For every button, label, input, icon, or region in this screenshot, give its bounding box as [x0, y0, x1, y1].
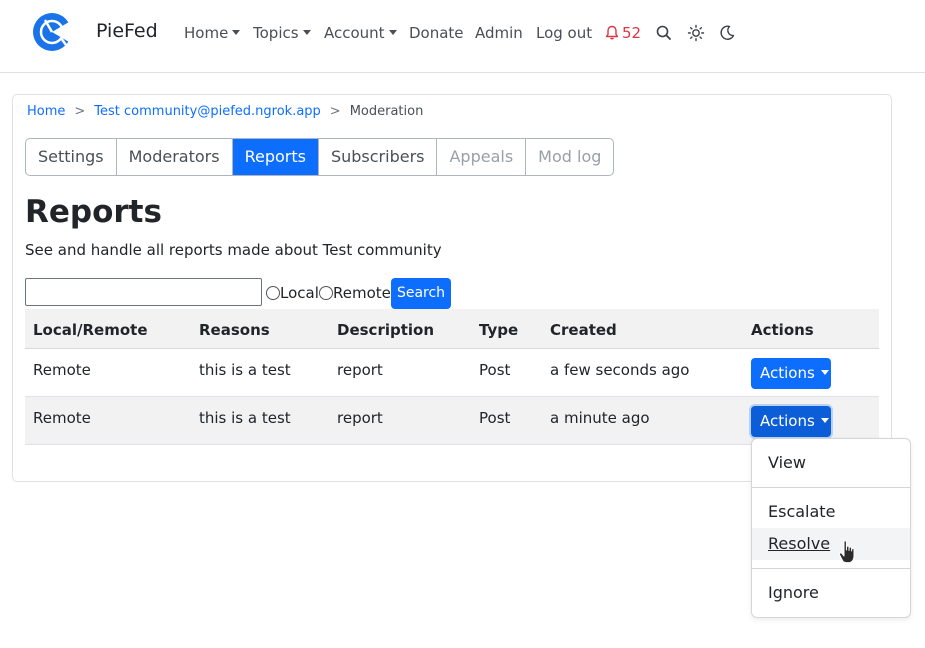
- radio-remote-label: Remote: [333, 284, 391, 302]
- actions-dropdown-menu: View Escalate Resolve Ignore: [751, 438, 911, 618]
- radio-local-label: Local: [280, 284, 319, 302]
- nav-admin[interactable]: Admin: [475, 24, 523, 42]
- table-row: Remote this is a test report Post a minu…: [25, 397, 879, 445]
- tab-subscribers[interactable]: Subscribers: [319, 139, 438, 175]
- cell-reasons: this is a test: [199, 361, 291, 379]
- nav-account[interactable]: Account: [324, 24, 397, 42]
- cell-local-remote: Remote: [33, 409, 91, 427]
- nav-topics[interactable]: Topics: [253, 24, 311, 42]
- nav-topics-label: Topics: [253, 24, 299, 42]
- breadcrumb-community[interactable]: Test community@piefed.ngrok.app: [94, 104, 321, 119]
- reports-table: Local/Remote Reasons Description Type Cr…: [25, 309, 879, 445]
- nav-logout[interactable]: Log out: [536, 24, 592, 42]
- cell-created: a few seconds ago: [550, 361, 690, 379]
- page-title: Reports: [25, 194, 162, 230]
- actions-button-label: Actions: [760, 412, 815, 430]
- menu-item-escalate[interactable]: Escalate: [752, 496, 910, 528]
- page-subtitle: See and handle all reports made about Te…: [25, 241, 442, 259]
- column-header: Type: [479, 321, 519, 339]
- nav-home-label: Home: [184, 24, 229, 42]
- cell-description: report: [337, 409, 383, 427]
- notifications-link[interactable]: 52: [605, 24, 641, 42]
- tab-appeals: Appeals: [437, 139, 527, 175]
- tab-reports[interactable]: Reports: [232, 139, 319, 175]
- cell-local-remote: Remote: [33, 361, 91, 379]
- breadcrumb-separator: >: [329, 104, 341, 119]
- moderation-tabs: Settings Moderators Reports Subscribers …: [25, 138, 615, 176]
- radio-local[interactable]: [266, 286, 280, 300]
- chevron-down-icon: [388, 30, 397, 35]
- chevron-down-icon: [820, 370, 829, 375]
- cell-description: report: [337, 361, 383, 379]
- hand-cursor-icon: [838, 540, 855, 564]
- radio-remote[interactable]: [319, 286, 333, 300]
- menu-divider: [752, 487, 910, 488]
- chevron-down-icon: [302, 30, 311, 35]
- chevron-down-icon: [820, 418, 829, 423]
- cell-reasons: this is a test: [199, 409, 291, 427]
- breadcrumb-separator: >: [74, 104, 86, 119]
- top-navbar: PieFed Home Topics Account Donate Admin …: [0, 0, 925, 73]
- column-header: Reasons: [199, 321, 270, 339]
- chevron-down-icon: [232, 30, 241, 35]
- table-header: Local/Remote Reasons Description Type Cr…: [25, 309, 879, 349]
- column-header: Local/Remote: [33, 321, 148, 339]
- tab-mod-log: Mod log: [538, 147, 602, 166]
- tab-settings[interactable]: Settings: [26, 139, 117, 175]
- moon-icon[interactable]: [718, 24, 736, 42]
- tab-moderators[interactable]: Moderators: [117, 139, 233, 175]
- nav-account-label: Account: [324, 24, 385, 42]
- sun-icon[interactable]: [687, 24, 705, 42]
- brand-name[interactable]: PieFed: [96, 20, 158, 42]
- table-row: Remote this is a test report Post a few …: [25, 349, 879, 397]
- cell-type: Post: [479, 409, 511, 427]
- piefed-logo-icon[interactable]: [31, 11, 73, 53]
- breadcrumb-home[interactable]: Home: [27, 104, 65, 119]
- column-header: Description: [337, 321, 435, 339]
- cell-created: a minute ago: [550, 409, 650, 427]
- nav-home[interactable]: Home: [184, 24, 241, 42]
- menu-item-view[interactable]: View: [752, 447, 910, 479]
- cell-type: Post: [479, 361, 511, 379]
- actions-button[interactable]: Actions: [751, 358, 831, 389]
- menu-item-resolve[interactable]: Resolve: [752, 528, 910, 560]
- bell-icon: [605, 25, 619, 40]
- breadcrumb-current: Moderation: [349, 104, 424, 119]
- column-header: Actions: [751, 321, 814, 339]
- actions-button-label: Actions: [760, 364, 815, 382]
- menu-item-ignore[interactable]: Ignore: [752, 577, 910, 609]
- search-button[interactable]: Search: [391, 278, 451, 309]
- breadcrumb: Home > Test community@piefed.ngrok.app > Mod…: [27, 104, 423, 119]
- actions-button[interactable]: Actions: [751, 406, 831, 437]
- search-icon[interactable]: [655, 24, 673, 42]
- notifications-count: 52: [622, 24, 642, 42]
- menu-divider: [752, 568, 910, 569]
- search-input[interactable]: [25, 278, 262, 306]
- nav-donate[interactable]: Donate: [409, 24, 464, 42]
- column-header: Created: [550, 321, 617, 339]
